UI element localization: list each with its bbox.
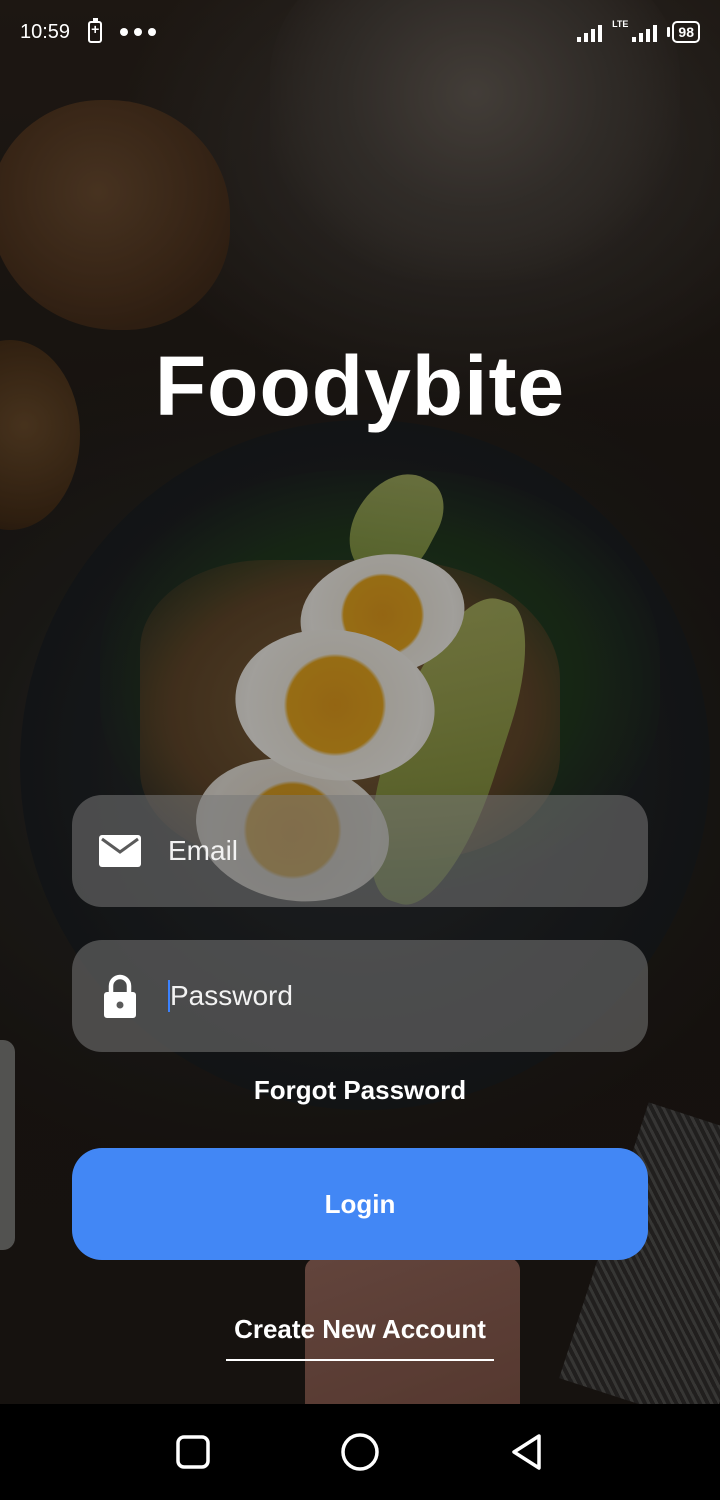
password-field[interactable] bbox=[72, 940, 648, 1052]
status-left: 10:59 bbox=[20, 18, 157, 44]
login-button[interactable]: Login bbox=[72, 1148, 648, 1260]
app-title: Foodybite bbox=[154, 339, 566, 433]
login-screen: 10:59 LTE 98 Foodybite bbox=[0, 0, 720, 1404]
back-button[interactable] bbox=[503, 1428, 551, 1476]
triangle-back-icon bbox=[511, 1434, 541, 1470]
status-time: 10:59 bbox=[20, 20, 71, 43]
status-right: LTE 98 bbox=[577, 19, 700, 43]
home-button[interactable] bbox=[336, 1428, 384, 1476]
navigation-bar bbox=[0, 1404, 720, 1500]
lock-icon bbox=[72, 974, 168, 1018]
signal-icon bbox=[577, 22, 603, 42]
more-notifications-icon bbox=[120, 28, 157, 36]
circle-icon bbox=[341, 1433, 379, 1471]
network-type: LTE bbox=[612, 19, 629, 29]
mail-icon bbox=[72, 835, 168, 867]
status-bar: 10:59 LTE 98 bbox=[0, 0, 720, 64]
battery-charging-icon bbox=[88, 18, 103, 43]
square-icon bbox=[176, 1435, 211, 1469]
battery-percent: 98 bbox=[672, 21, 700, 43]
password-input[interactable] bbox=[170, 980, 610, 1012]
signal-icon bbox=[632, 22, 658, 42]
email-input[interactable] bbox=[168, 835, 608, 867]
password-input-wrap bbox=[168, 980, 610, 1012]
battery-icon: 98 bbox=[667, 21, 700, 43]
create-account-link[interactable]: Create New Account bbox=[226, 1314, 494, 1361]
recent-apps-button[interactable] bbox=[169, 1428, 217, 1476]
email-field[interactable] bbox=[72, 795, 648, 907]
forgot-password-link[interactable]: Forgot Password bbox=[0, 1075, 720, 1106]
